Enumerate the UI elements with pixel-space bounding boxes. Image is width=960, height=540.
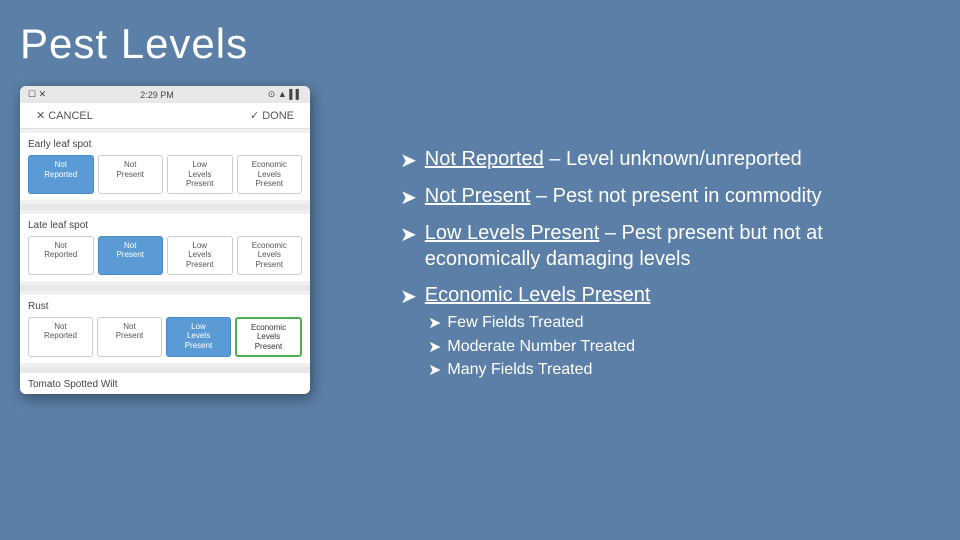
status-time: 2:29 PM — [140, 90, 174, 100]
late-leaf-spot-label: Late leaf spot — [28, 220, 302, 231]
phone-divider-2 — [20, 285, 310, 291]
bullet-text-low-levels: Low Levels Present – Pest present but no… — [425, 220, 930, 272]
late-leaf-spot-options: NotReported NotPresent LowLevelsPresent … — [28, 236, 302, 275]
pest-section-rust: Rust NotReported NotPresent LowLevelsPre… — [20, 295, 310, 364]
sub-bullet-many-fields: ➤ Many Fields Treated — [428, 360, 635, 381]
pest-option-economic-early[interactable]: EconomicLevelsPresent — [237, 155, 303, 194]
slide-title: Pest Levels — [20, 20, 370, 68]
arrow-icon-not-reported: ➤ — [400, 148, 417, 173]
pest-section-early-leaf-spot: Early leaf spot NotReported NotPresent L… — [20, 133, 310, 200]
bullet-text-not-reported: Not Reported – Level unknown/unreported — [425, 146, 802, 172]
sub-bullet-few-fields: ➤ Few Fields Treated — [428, 313, 635, 334]
cancel-button[interactable]: ✕ CANCEL — [36, 109, 93, 122]
rust-options: NotReported NotPresent LowLevelsPresent … — [28, 317, 302, 358]
sub-bullet-text-many: Many Fields Treated — [447, 360, 592, 381]
phone-action-bar: ✕ CANCEL ✓ DONE — [20, 103, 310, 129]
sub-arrow-icon-few: ➤ — [428, 313, 441, 333]
bullet-label-not-present: Not Present — [425, 185, 531, 207]
pest-option-low-levels-early[interactable]: LowLevelsPresent — [167, 155, 233, 194]
pest-option-low-levels-late[interactable]: LowLevelsPresent — [167, 236, 233, 275]
bullet-not-present: ➤ Not Present – Pest not present in comm… — [400, 183, 930, 210]
pest-option-economic-late[interactable]: EconomicLevelsPresent — [237, 236, 303, 275]
right-panel: ➤ Not Reported – Level unknown/unreporte… — [380, 0, 960, 540]
phone-bottom-label: Tomato Spotted Wilt — [20, 373, 310, 394]
sub-bullet-text-moderate: Moderate Number Treated — [447, 337, 635, 358]
arrow-icon-low-levels: ➤ — [400, 222, 417, 247]
pest-option-not-reported-late[interactable]: NotReported — [28, 236, 94, 275]
bullet-text-not-present: Not Present – Pest not present in commod… — [425, 183, 822, 209]
arrow-icon-economic: ➤ — [400, 284, 417, 309]
sub-bullets-economic: ➤ Few Fields Treated ➤ Moderate Number T… — [400, 313, 635, 384]
pest-option-not-present-early[interactable]: NotPresent — [98, 155, 164, 194]
sub-arrow-icon-many: ➤ — [428, 360, 441, 380]
done-label: DONE — [262, 110, 294, 122]
pest-option-not-present-rust[interactable]: NotPresent — [97, 317, 162, 358]
early-leaf-spot-options: NotReported NotPresent LowLevelsPresent … — [28, 155, 302, 194]
rust-label: Rust — [28, 301, 302, 312]
pest-option-low-levels-rust[interactable]: LowLevelsPresent — [166, 317, 231, 358]
bullet-economic: ➤ Economic Levels Present ➤ Few Fields T… — [400, 282, 930, 384]
bullet-label-economic: Economic Levels Present — [425, 284, 651, 306]
done-button[interactable]: ✓ DONE — [250, 109, 294, 122]
bullet-label-not-reported: Not Reported — [425, 148, 544, 170]
sub-bullet-text-few: Few Fields Treated — [447, 313, 583, 334]
pest-option-not-present-late[interactable]: NotPresent — [98, 236, 164, 275]
cancel-icon: ✕ — [36, 109, 45, 122]
phone-mockup: ☐ ✕ 2:29 PM ⊙ ▲ ▌▌ ✕ CANCEL ✓ DONE Early… — [20, 86, 310, 394]
bullet-low-levels: ➤ Low Levels Present – Pest present but … — [400, 220, 930, 272]
arrow-icon-not-present: ➤ — [400, 185, 417, 210]
cancel-label: CANCEL — [48, 110, 93, 122]
bullet-text-economic: Economic Levels Present — [425, 282, 651, 308]
status-right-icons: ⊙ ▲ ▌▌ — [268, 89, 302, 100]
left-panel: Pest Levels ☐ ✕ 2:29 PM ⊙ ▲ ▌▌ ✕ CANCEL … — [0, 0, 380, 540]
early-leaf-spot-label: Early leaf spot — [28, 139, 302, 150]
sub-bullet-moderate: ➤ Moderate Number Treated — [428, 337, 635, 358]
pest-section-late-leaf-spot: Late leaf spot NotReported NotPresent Lo… — [20, 214, 310, 281]
phone-divider-1 — [20, 204, 310, 210]
pest-option-not-reported-rust[interactable]: NotReported — [28, 317, 93, 358]
status-left-icons: ☐ ✕ — [28, 89, 46, 100]
bullet-label-low-levels: Low Levels Present — [425, 222, 600, 244]
pest-option-not-reported-early[interactable]: NotReported — [28, 155, 94, 194]
pest-option-economic-rust[interactable]: EconomicLevelsPresent — [235, 317, 302, 358]
bullet-not-reported: ➤ Not Reported – Level unknown/unreporte… — [400, 146, 930, 173]
phone-status-bar: ☐ ✕ 2:29 PM ⊙ ▲ ▌▌ — [20, 86, 310, 103]
done-checkmark-icon: ✓ — [250, 109, 259, 122]
sub-arrow-icon-moderate: ➤ — [428, 337, 441, 357]
